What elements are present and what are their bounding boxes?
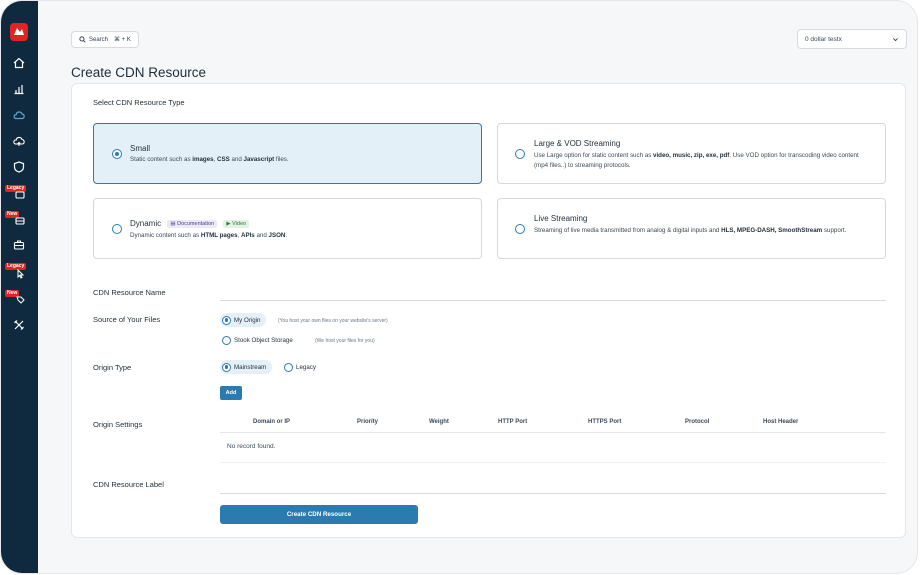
my-origin-radio[interactable]: [222, 315, 231, 325]
stook-storage-radio[interactable]: [222, 335, 231, 345]
account-select[interactable]: 0 dollar testx: [797, 29, 907, 49]
type-option-large[interactable]: Large & VOD Streaming Use Large option f…: [497, 123, 886, 184]
select-type-label: Select CDN Resource Type: [93, 98, 185, 107]
live-title: Live Streaming: [534, 214, 588, 223]
column-header: HTTPS Port: [588, 419, 622, 425]
legacy-option[interactable]: Legacy: [282, 360, 322, 374]
my-origin-label: My Origin: [234, 316, 261, 324]
my-origin-option[interactable]: My Origin: [220, 313, 267, 327]
dynamic-title: Dynamic ▤ Documentation ▶ Video: [130, 219, 250, 228]
app-frame: Legacy New Legacy New Search ⌘ + K 0 dol…: [0, 0, 918, 574]
resource-label-label: CDN Resource Label: [93, 480, 164, 489]
cursor-icon[interactable]: [11, 264, 27, 280]
column-header: HTTP Port: [498, 419, 528, 425]
video-chip[interactable]: ▶ Video: [223, 219, 250, 228]
small-desc: Static content such as images, CSS and J…: [130, 156, 289, 163]
origin-table-header: Domain or IP Priority Weight HTTP Port H…: [220, 413, 886, 433]
table-divider: [220, 462, 886, 463]
legacy-radio[interactable]: [284, 362, 293, 372]
origin-settings-label: Origin Settings: [93, 420, 143, 429]
server-icon[interactable]: [11, 212, 27, 228]
column-header: Protocol: [685, 419, 710, 425]
type-option-live[interactable]: Live Streaming Streaming of live media t…: [497, 198, 886, 259]
cloud-icon[interactable]: [11, 107, 27, 123]
form-card: Select CDN Resource Type Small Static co…: [71, 83, 906, 538]
sidebar: Legacy New Legacy New: [1, 1, 38, 573]
stook-storage-option[interactable]: Stook Object Storage: [220, 333, 299, 347]
small-radio[interactable]: [112, 149, 122, 159]
resource-name-input[interactable]: [220, 300, 886, 301]
column-header: Priority: [357, 419, 379, 425]
shield-icon[interactable]: [11, 159, 27, 175]
brand-logo[interactable]: [10, 23, 28, 41]
stook-storage-label: Stook Object Storage: [234, 336, 293, 344]
resource-name-label: CDN Resource Name: [93, 288, 166, 297]
chevron-down-icon: [893, 37, 898, 41]
source-label: Source of Your Files: [93, 315, 161, 324]
live-radio[interactable]: [515, 224, 525, 234]
cloud-upload-icon[interactable]: [11, 133, 27, 149]
stook-storage-hint: (We host your files for you): [315, 338, 375, 344]
search-button[interactable]: Search ⌘ + K: [71, 31, 139, 48]
my-origin-hint: (You host your own files on your website…: [278, 318, 388, 324]
search-label: Search: [89, 36, 109, 43]
search-shortcut: ⌘ + K: [114, 37, 131, 43]
large-radio[interactable]: [515, 149, 525, 159]
tag-icon[interactable]: [11, 291, 27, 307]
account-name: 0 dollar testx: [805, 35, 842, 43]
mainstream-label: Mainstream: [234, 363, 267, 371]
column-header: Host Header: [763, 419, 799, 425]
large-desc: Use Large option for static content such…: [534, 152, 859, 169]
storage-icon[interactable]: [11, 186, 27, 202]
origin-type-label: Origin Type: [93, 363, 132, 372]
legacy-label: Legacy: [296, 363, 316, 371]
tools-icon[interactable]: [11, 317, 27, 333]
type-option-dynamic[interactable]: Dynamic ▤ Documentation ▶ Video Dynamic …: [93, 198, 482, 259]
search-icon: [79, 36, 86, 43]
column-header: Weight: [429, 419, 449, 425]
create-cdn-resource-button[interactable]: Create CDN Resource: [220, 505, 418, 524]
dynamic-radio[interactable]: [112, 224, 122, 234]
home-icon[interactable]: [11, 55, 27, 71]
live-desc: Streaming of live media transmitted from…: [534, 227, 847, 234]
empty-table-text: No record found.: [227, 443, 276, 450]
column-header: Domain or IP: [253, 419, 291, 425]
resource-label-input[interactable]: [220, 493, 886, 494]
dynamic-desc: Dynamic content such as HTML pages, APIs…: [130, 232, 288, 239]
page-title: Create CDN Resource: [71, 65, 207, 80]
large-title: Large & VOD Streaming: [534, 139, 621, 148]
small-title: Small: [130, 144, 151, 153]
add-origin-button[interactable]: Add: [220, 386, 242, 400]
type-option-small[interactable]: Small Static content such as images, CSS…: [93, 123, 482, 184]
mainstream-radio[interactable]: [222, 362, 231, 372]
mainstream-option[interactable]: Mainstream: [220, 360, 273, 374]
briefcase-icon[interactable]: [11, 237, 27, 253]
documentation-chip[interactable]: ▤ Documentation: [167, 219, 218, 228]
analytics-icon[interactable]: [11, 81, 27, 97]
